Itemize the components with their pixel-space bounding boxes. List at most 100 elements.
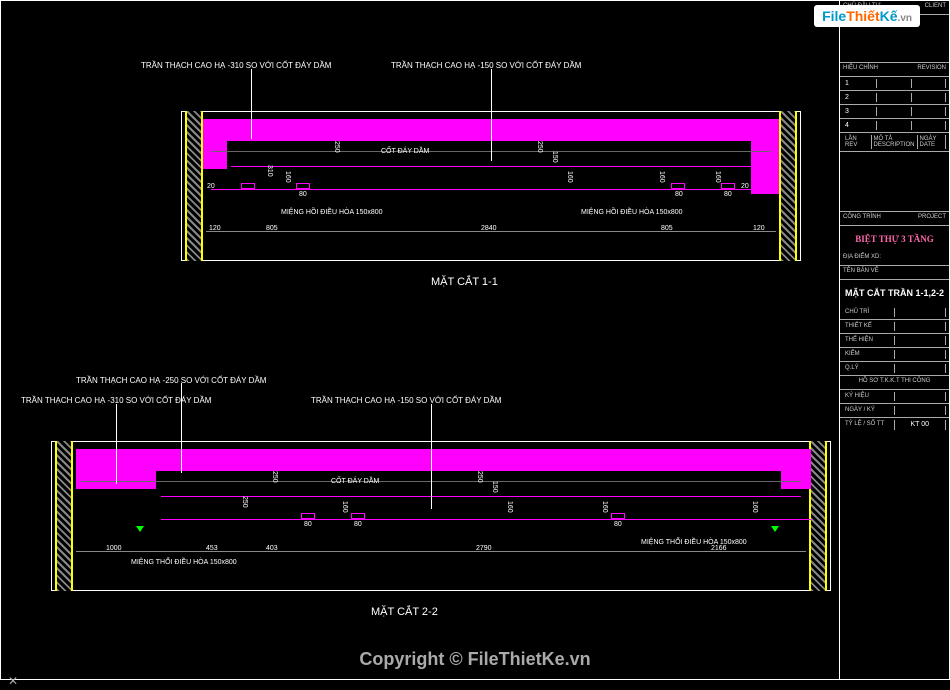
wall-left — [185, 111, 203, 261]
dim-v: 160 — [601, 501, 608, 513]
dim-v: 250 — [536, 141, 543, 153]
dim-v: 160 — [284, 171, 291, 183]
dim-v: 160 — [566, 171, 573, 183]
tb-role-row: CHỦ TRÌ — [840, 306, 949, 320]
drawing-name: MẶT CẮT TRẦN 1-1,2-2 — [840, 280, 949, 306]
dim-v: 160 — [658, 171, 665, 183]
callout-label: TRẦN THẠCH CAO HẠ -310 SO VỚI CỐT ĐÁY DẦ… — [141, 61, 331, 70]
tb-cell — [895, 364, 947, 373]
tb-role: CHỦ TRÌ — [843, 308, 895, 317]
ceiling-line-1 — [161, 496, 801, 497]
close-icon[interactable]: ✕ — [8, 674, 18, 688]
tb-cell — [895, 392, 947, 401]
leader-line — [431, 404, 432, 509]
leader-line — [491, 69, 492, 161]
beam-label: CỐT ĐÁY DẦM — [331, 478, 379, 485]
dim-h: 20 — [207, 183, 215, 190]
dim-v: 160 — [751, 501, 758, 513]
dim-h: 80 — [299, 191, 307, 198]
tb-label: REVISION — [917, 65, 946, 74]
sheet-number: KT 00 — [895, 420, 947, 430]
tb-label: LẦN REV — [843, 135, 872, 149]
ceiling-line-2 — [161, 519, 811, 520]
dim-h: 20 — [741, 183, 749, 190]
tb-label: PROJECT — [918, 214, 946, 223]
dim-h: 403 — [266, 545, 278, 552]
tb-rev-num: 1 — [843, 79, 877, 88]
dim-v: 150 — [491, 481, 498, 493]
tb-rev-row: 4 — [840, 119, 949, 133]
dim-v: 250 — [476, 471, 483, 483]
dim-v: 160 — [341, 501, 348, 513]
level-marker-icon — [771, 526, 779, 532]
project-name: BIỆT THỰ 3 TẦNG — [840, 226, 949, 252]
callout-label: TRẦN THẠCH CAO HẠ -250 SO VỚI CỐT ĐÁY DẦ… — [76, 376, 266, 385]
dim-h: 2166 — [711, 545, 727, 552]
tb-role-row: THIẾT KẾ — [840, 320, 949, 334]
tb-label: NGÀY / KÝ — [843, 406, 895, 415]
tb-company-box — [840, 152, 949, 212]
dim-v: 250 — [333, 141, 340, 153]
beam-label: CỐT ĐÁY DẦM — [381, 148, 429, 155]
dim-v: 250 — [271, 471, 278, 483]
tb-address: ĐỊA ĐIỂM XD: — [840, 252, 949, 266]
drawing-canvas[interactable]: TRẦN THẠCH CAO HẠ -310 SO VỚI CỐT ĐÁY DẦ… — [1, 1, 839, 679]
dim-v: 150 — [551, 151, 558, 163]
wall-right — [779, 111, 797, 261]
tb-cell — [912, 79, 946, 88]
tb-label: KÝ HIỆU — [843, 392, 895, 401]
ac-vent — [671, 183, 685, 189]
tb-role-row: Q.LÝ — [840, 362, 949, 376]
ac-vent — [721, 183, 735, 189]
watermark-logo: FileThiếtKế.vn — [814, 8, 920, 26]
tb-project-header: CÔNG TRÌNH PROJECT — [840, 212, 949, 226]
wall-left — [55, 441, 73, 591]
vent-label: MIỆNG HỒI ĐIỀU HÒA 150x800 — [281, 209, 383, 216]
logo-text-ke: Kế — [880, 8, 898, 24]
tb-cell — [912, 121, 946, 130]
tb-cell — [895, 406, 947, 415]
ceiling-drop-right — [751, 119, 779, 194]
tb-cell — [877, 93, 911, 102]
ceiling-drop-right — [781, 449, 811, 489]
tb-role: THIẾT KẾ — [843, 322, 895, 331]
ac-vent — [301, 513, 315, 519]
title-block: CHỦ ĐẦU TƯ CLIENT HIỆU CHỈNH REVISION 1 … — [839, 1, 949, 679]
section-1: TRẦN THẠCH CAO HẠ -310 SO VỚI CỐT ĐÁY DẦ… — [181, 91, 801, 271]
tb-rev-row: 1 — [840, 77, 949, 91]
tb-rev-header: HIỆU CHỈNH REVISION — [840, 63, 949, 77]
tb-rev-row: 3 — [840, 105, 949, 119]
ac-vent — [611, 513, 625, 519]
tb-footer-row: NGÀY / KÝ — [840, 404, 949, 418]
dim-v: 310 — [266, 165, 273, 177]
section1-title: MẶT CẮT 1-1 — [431, 276, 498, 288]
tb-cell — [912, 107, 946, 116]
tb-role: THỂ HIỆN — [843, 336, 895, 345]
tb-rev-footer: LẦN REV MÔ TẢ DESCRIPTION NGÀY DATE — [840, 133, 949, 152]
dim-v: 160 — [506, 501, 513, 513]
dim-h: 120 — [753, 225, 765, 232]
logo-text-file: File — [822, 8, 846, 24]
dim-h: 1000 — [106, 545, 122, 552]
leader-line — [116, 404, 117, 484]
tb-role: KIỂM — [843, 350, 895, 359]
tb-role-row: KIỂM — [840, 348, 949, 362]
tb-label: TỶ LỆ / SỐ TT — [843, 420, 895, 430]
ceiling-line-2 — [211, 189, 771, 190]
tb-cell — [912, 93, 946, 102]
tb-hoso: HỒ SƠ T.K.K.T THI CÔNG — [840, 376, 949, 390]
dim-v: 160 — [714, 171, 721, 183]
main-container: TRẦN THẠCH CAO HẠ -310 SO VỚI CỐT ĐÁY DẦ… — [0, 0, 950, 680]
ceiling-line-1 — [231, 166, 751, 167]
dim-h: 80 — [304, 521, 312, 528]
ceiling-slab — [76, 449, 811, 471]
tb-rev-row: 2 — [840, 91, 949, 105]
logo-text-vn: .vn — [898, 13, 912, 24]
dim-v: 250 — [241, 496, 248, 508]
leader-line — [251, 69, 252, 139]
tb-label: MÔ TẢ DESCRIPTION — [872, 135, 918, 149]
vent-label: MIỆNG THỔI ĐIỀU HÒA 150x800 — [131, 559, 237, 566]
dim-h: 805 — [266, 225, 278, 232]
ac-vent — [241, 183, 255, 189]
tb-cell — [895, 308, 947, 317]
